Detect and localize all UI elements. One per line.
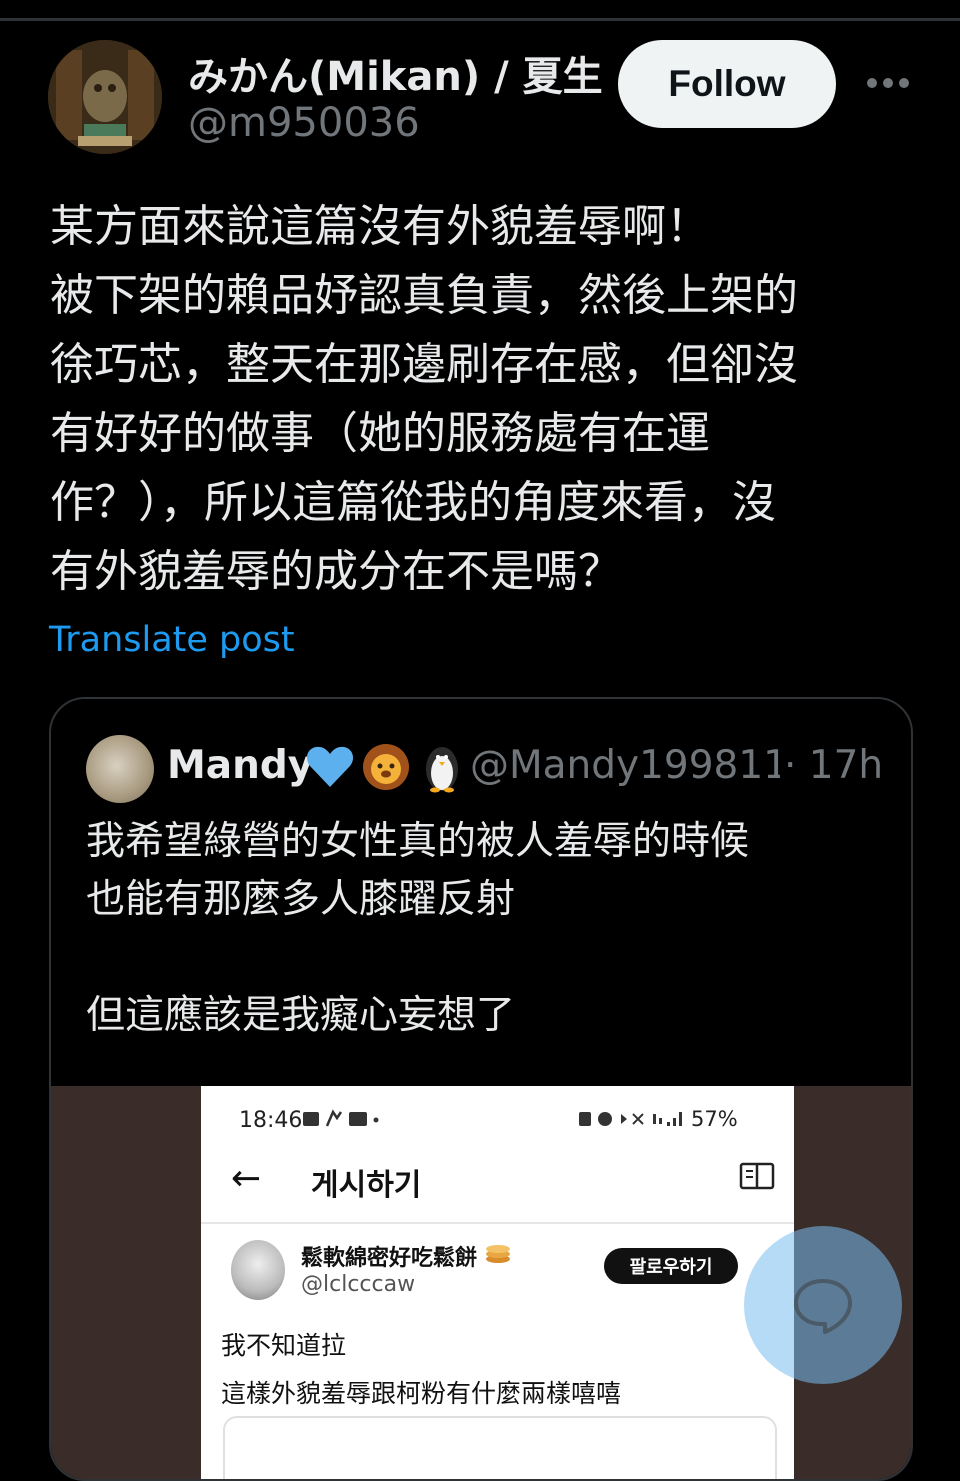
embedded-screenshot: 18:46 57% ← 게시하기 鬆軟綿密好吃鬆餅 @lclcccaw 팔로우하… xyxy=(201,1086,794,1479)
inner-author-name-text: 鬆軟綿密好吃鬆餅 xyxy=(301,1246,478,1271)
status-time: 18:46 xyxy=(239,1108,303,1133)
inner-follow-button: 팔로우하기 xyxy=(604,1248,738,1284)
screen-divider xyxy=(201,1222,794,1224)
inner-avatar xyxy=(231,1240,285,1300)
status-system-icons xyxy=(577,1108,687,1135)
translate-post-link[interactable]: Translate post xyxy=(49,620,295,660)
author-handle[interactable]: @m950036 xyxy=(188,100,420,146)
quoted-post-text: 我希望綠營的女性真的被人羞辱的時候 也能有那麼多人膝躍反射 但這應該是我癡心妄想… xyxy=(86,819,750,1038)
quoted-post-time: · 17h xyxy=(784,743,884,788)
top-divider xyxy=(0,18,960,21)
quoted-author-handle: @Mandy1998112 xyxy=(470,743,780,788)
blue-heart-icon xyxy=(305,741,355,793)
screen-title: 게시하기 xyxy=(311,1168,422,1203)
penguin-icon xyxy=(417,741,467,793)
post-text: 某方面來說這篇沒有外貌羞辱啊！ 被下架的賴品妤認真負責，然後上架的 徐巧芯，整天… xyxy=(50,201,798,597)
more-horizontal-icon[interactable] xyxy=(866,66,910,100)
lion-icon xyxy=(361,741,411,793)
inner-author-name: 鬆軟綿密好吃鬆餅 xyxy=(301,1240,511,1272)
avatar-image xyxy=(48,40,162,154)
pancake-icon xyxy=(485,1245,511,1271)
reader-view-icon xyxy=(739,1162,775,1190)
follow-button[interactable]: Follow xyxy=(618,40,836,128)
reply-bubble-icon xyxy=(794,1279,852,1334)
quoted-author-name: Mandy xyxy=(167,743,314,788)
status-battery: 57% xyxy=(691,1107,738,1131)
author-avatar[interactable] xyxy=(48,40,162,154)
status-icons xyxy=(301,1108,381,1135)
reply-fab-button[interactable] xyxy=(744,1226,902,1384)
inner-author-handle: @lclcccaw xyxy=(301,1272,416,1297)
back-arrow-icon: ← xyxy=(231,1158,262,1199)
quoted-author-avatar xyxy=(86,735,154,803)
author-display-name[interactable]: みかん(Mikan) / 夏生 xyxy=(188,44,603,102)
inner-nested-quote xyxy=(223,1416,777,1479)
inner-post-text: 我不知道拉 這樣外貌羞辱跟柯粉有什麼兩樣嘻嘻 xyxy=(221,1331,622,1408)
